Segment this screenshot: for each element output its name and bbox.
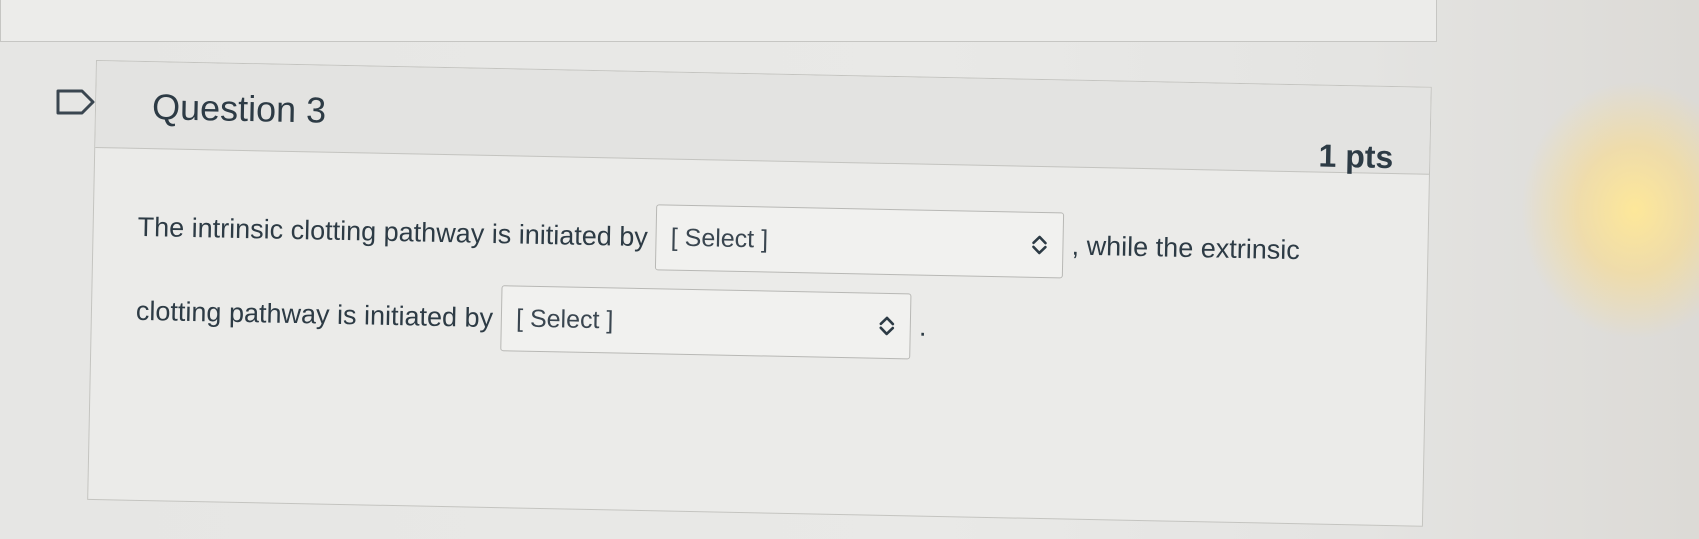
previous-question-card bbox=[0, 0, 1437, 42]
chevron-up-down-icon bbox=[879, 316, 895, 336]
question-body: The intrinsic clotting pathway is initia… bbox=[91, 148, 1429, 379]
question-points: 1 pts bbox=[1318, 137, 1394, 176]
flag-question-icon[interactable] bbox=[56, 89, 96, 115]
question-text-1: The intrinsic clotting pathway is initia… bbox=[137, 211, 649, 253]
question-title: Question 3 bbox=[151, 86, 327, 131]
question-text-2: , while the extrinsic bbox=[1071, 230, 1301, 266]
question-text-3: clotting pathway is initiated by bbox=[135, 295, 494, 334]
question-card: Question 3 1 pts The intrinsic clotting … bbox=[87, 60, 1432, 527]
chevron-up-down-icon bbox=[1032, 235, 1048, 255]
intrinsic-pathway-select[interactable]: [ Select ] bbox=[655, 204, 1065, 279]
light-glare bbox=[1520, 80, 1699, 340]
extrinsic-pathway-select[interactable]: [ Select ] bbox=[500, 285, 912, 360]
question-text-4: . bbox=[918, 311, 927, 342]
select-value: [ Select ] bbox=[670, 223, 769, 254]
select-value: [ Select ] bbox=[515, 304, 614, 335]
